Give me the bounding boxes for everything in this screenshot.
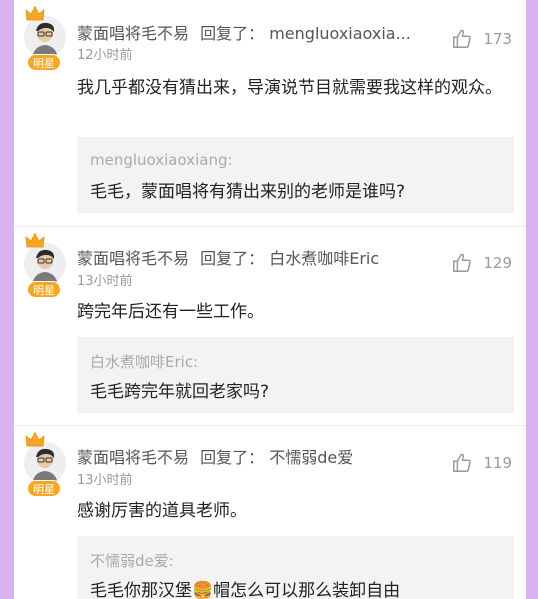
comment-text: 我几乎都没有猜出来，导演说节目就需要我这样的观众。	[77, 78, 502, 98]
thumbs-up-icon	[453, 253, 472, 272]
reply-action: 回复了：	[200, 24, 265, 43]
celebrity-badge: 明星	[27, 281, 61, 298]
like-count: 129	[483, 254, 512, 272]
quoted-comment[interactable]: 不懦弱de爱: 毛毛你那汉堡🍔帽怎么可以那么装卸自由	[77, 536, 514, 599]
quoted-text-after: 帽怎么可以那么装卸自由	[213, 581, 401, 599]
like-button[interactable]: 129	[451, 252, 512, 274]
quoted-comment[interactable]: 白水煮咖啡Eric: 毛毛跨完年就回老家吗?	[77, 337, 514, 413]
avatar-image	[24, 16, 66, 58]
quoted-text: 毛毛跨完年就回老家吗?	[90, 382, 270, 402]
burger-emoji-icon: 🍔	[192, 581, 214, 599]
like-button[interactable]: 173	[451, 28, 512, 50]
comment-item: 明星 蒙面唱将毛不易 回复了： 不懦弱de爱 13小时前 119 感谢厉害的道具…	[14, 426, 526, 599]
comment-header: 蒙面唱将毛不易 回复了： mengluoxiaoxia...	[77, 20, 411, 44]
comment-text: 感谢厉害的道具老师。	[77, 501, 247, 521]
reply-action: 回复了：	[200, 249, 265, 268]
comment-time: 13小时前	[77, 274, 133, 289]
comment-header: 蒙面唱将毛不易 回复了： 不懦弱de爱	[77, 444, 353, 468]
crown-icon	[25, 432, 45, 447]
comment-text: 跨完年后还有一些工作。	[77, 302, 264, 322]
thumbs-up-icon	[453, 453, 472, 472]
author-name[interactable]: 蒙面唱将毛不易	[77, 448, 189, 467]
comment-time: 13小时前	[77, 473, 133, 488]
avatar[interactable]: 明星	[24, 6, 66, 72]
quoted-text: 毛毛你那汉堡🍔帽怎么可以那么装卸自由	[90, 576, 400, 599]
crown-icon	[25, 233, 45, 248]
thumbs-up-icon	[453, 29, 472, 48]
comment-item: 明星 蒙面唱将毛不易 回复了： 白水煮咖啡Eric 13小时前 129 跨完年后…	[14, 227, 526, 425]
like-count: 173	[483, 30, 512, 48]
quoted-comment[interactable]: mengluoxiaoxiang: 毛毛，蒙面唱将有猜出来别的老师是谁吗?	[77, 137, 514, 213]
reply-to-user[interactable]: 白水煮咖啡Eric	[269, 249, 379, 268]
quoted-author: 白水煮咖啡Eric:	[90, 353, 199, 371]
author-name[interactable]: 蒙面唱将毛不易	[77, 249, 189, 268]
celebrity-badge: 明星	[27, 54, 61, 71]
reply-to-user[interactable]: 不懦弱de爱	[269, 448, 353, 467]
avatar[interactable]: 明星	[24, 432, 66, 498]
avatar[interactable]: 明星	[24, 233, 66, 299]
quoted-text-before: 毛毛你那汉堡	[90, 581, 192, 599]
like-count: 119	[483, 454, 512, 472]
avatar-image	[24, 442, 66, 484]
quoted-author: mengluoxiaoxiang:	[90, 151, 233, 169]
comment-item: 明星 蒙面唱将毛不易 回复了： mengluoxiaoxia... 12小时前 …	[14, 0, 526, 226]
like-button[interactable]: 119	[451, 452, 512, 474]
comment-panel: 明星 蒙面唱将毛不易 回复了： mengluoxiaoxia... 12小时前 …	[14, 0, 526, 599]
comment-header: 蒙面唱将毛不易 回复了： 白水煮咖啡Eric	[77, 245, 379, 269]
quoted-text: 毛毛，蒙面唱将有猜出来别的老师是谁吗?	[90, 182, 406, 202]
author-name[interactable]: 蒙面唱将毛不易	[77, 24, 189, 43]
avatar-image	[24, 243, 66, 285]
celebrity-badge: 明星	[27, 480, 61, 497]
quoted-author: 不懦弱de爱:	[90, 552, 174, 570]
crown-icon	[25, 6, 45, 21]
reply-to-user[interactable]: mengluoxiaoxia...	[269, 24, 411, 43]
comment-time: 12小时前	[77, 48, 133, 63]
reply-action: 回复了：	[200, 448, 265, 467]
